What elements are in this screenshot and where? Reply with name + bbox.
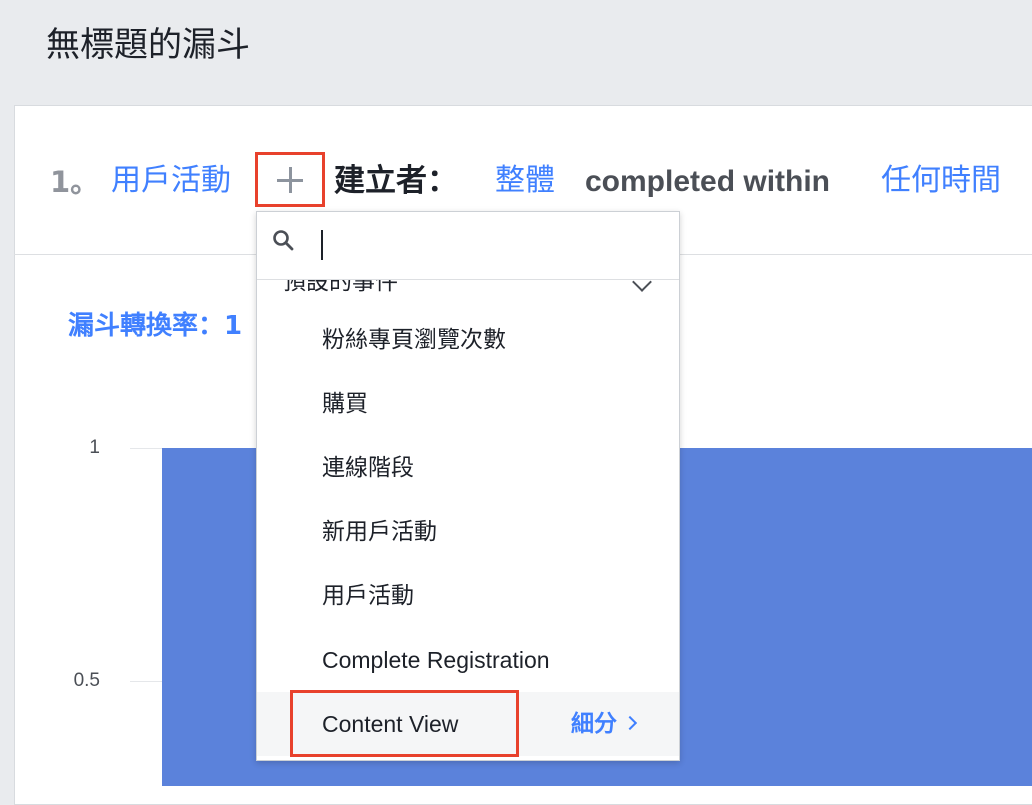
plus-icon [277,167,303,193]
page-title: 無標題的漏斗 [46,25,250,65]
y-tick-label: 0.5 [73,670,100,691]
step-event-link[interactable]: 用戶活動 [111,160,231,202]
menu-item-new-user-activity[interactable]: 新用戶活動 [257,500,679,564]
menu-item-label: 粉絲專頁瀏覽次數 [322,327,506,353]
event-picker-dropdown: 預設的事件 粉絲專頁瀏覽次數 購買 連線階段 新用戶活動 用戶活動 Comple… [256,211,680,761]
menu-item-label: Content View [322,711,459,737]
audience-link[interactable]: 整體 [495,160,555,202]
menu-item-user-activity[interactable]: 用戶活動 [257,564,679,628]
y-tick-label: 1 [89,437,100,458]
menu-item-label: Complete Registration [322,647,550,673]
menu-item-page-views[interactable]: 粉絲專頁瀏覽次數 [257,308,679,372]
created-by-label: 建立者： [334,163,458,199]
menu-item-label: 用戶活動 [322,583,414,609]
search-input[interactable] [317,224,661,266]
menu-item-sessions[interactable]: 連線階段 [257,436,679,500]
completed-within-label: completed within [585,165,831,198]
menu-item-purchase[interactable]: 購買 [257,372,679,436]
menu-item-content-view[interactable]: Content View 細分 [257,692,679,756]
breakdown-label: 細分 [571,711,617,737]
search-icon [273,230,294,251]
add-event-button[interactable] [255,152,325,207]
time-window-link[interactable]: 任何時間 [881,160,1001,202]
chevron-right-icon [622,715,638,731]
menu-item-label: 連線階段 [322,455,414,481]
menu-item-label: 購買 [322,391,368,417]
text-caret [321,230,323,260]
breakdown-link[interactable]: 細分 [571,692,638,756]
step-number: 1。 [50,165,100,199]
search-box [257,212,679,280]
menu-item-label: 新用戶活動 [322,519,437,545]
menu-item-complete-registration[interactable]: Complete Registration [257,628,679,692]
